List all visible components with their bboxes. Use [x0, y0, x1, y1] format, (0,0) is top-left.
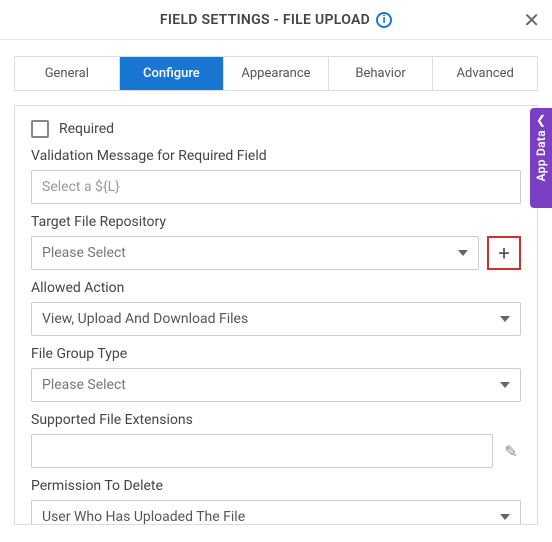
tab-advanced[interactable]: Advanced	[433, 57, 537, 90]
edit-icon[interactable]: ✎	[501, 442, 521, 461]
chevron-down-icon	[500, 514, 510, 520]
plus-icon: +	[498, 241, 509, 265]
page-title: FIELD SETTINGS - FILE UPLOAD	[160, 12, 370, 28]
file-group-value: Please Select	[42, 377, 126, 393]
allowed-action-label: Allowed Action	[31, 280, 521, 296]
target-repo-label: Target File Repository	[31, 214, 521, 230]
chevron-down-icon	[458, 250, 468, 256]
tab-configure[interactable]: Configure	[120, 57, 225, 90]
allowed-action-value: View, Upload And Download Files	[42, 311, 248, 327]
supported-ext-input[interactable]	[31, 434, 493, 468]
tab-general[interactable]: General	[15, 57, 120, 90]
chevron-down-icon	[500, 316, 510, 322]
tab-behavior[interactable]: Behavior	[329, 57, 434, 90]
target-repo-select[interactable]: Please Select	[31, 236, 479, 270]
target-repo-value: Please Select	[42, 245, 126, 261]
validation-message-label: Validation Message for Required Field	[31, 148, 521, 164]
required-checkbox[interactable]	[31, 120, 49, 138]
tabs: General Configure Appearance Behavior Ad…	[14, 56, 538, 91]
close-icon[interactable]: ✕	[523, 10, 540, 30]
app-data-handle[interactable]: ❮ App Data	[530, 108, 552, 208]
perm-delete-value: User Who Has Uploaded The File	[42, 509, 245, 525]
validation-message-input[interactable]	[31, 170, 521, 204]
supported-ext-label: Supported File Extensions	[31, 412, 521, 428]
chevron-down-icon	[500, 382, 510, 388]
required-label: Required	[59, 121, 114, 137]
perm-delete-select[interactable]: User Who Has Uploaded The File	[31, 500, 521, 525]
file-group-label: File Group Type	[31, 346, 521, 362]
app-data-label: App Data	[534, 130, 548, 181]
perm-delete-label: Permission To Delete	[31, 478, 521, 494]
configure-panel: Required Validation Message for Required…	[14, 105, 538, 525]
file-group-select[interactable]: Please Select	[31, 368, 521, 402]
add-repo-button[interactable]: +	[487, 236, 521, 270]
chevron-left-icon: ❮	[536, 114, 546, 126]
tab-appearance[interactable]: Appearance	[224, 57, 329, 90]
info-icon[interactable]: i	[376, 12, 392, 28]
allowed-action-select[interactable]: View, Upload And Download Files	[31, 302, 521, 336]
